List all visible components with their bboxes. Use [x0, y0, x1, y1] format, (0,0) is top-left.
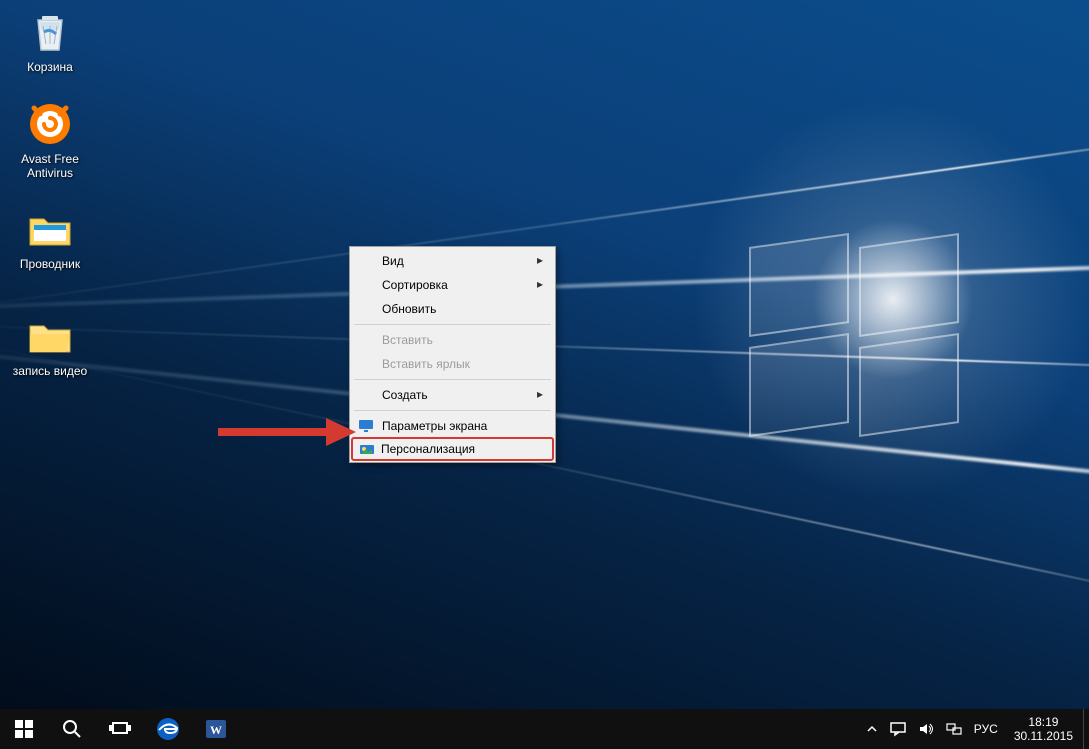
menu-item-view[interactable]: Вид ▸ [352, 249, 553, 273]
submenu-arrow-icon: ▸ [537, 277, 543, 291]
display-settings-icon [358, 418, 374, 434]
tray-action-center[interactable] [884, 709, 912, 749]
desktop-context-menu: Вид ▸ Сортировка ▸ Обновить Вставить Вст… [349, 246, 556, 463]
windows-logo-icon [15, 720, 33, 738]
taskbar: W РУС 18:19 30.11.2015 [0, 709, 1089, 749]
menu-separator [354, 324, 551, 325]
svg-text:W: W [210, 723, 222, 737]
menu-item-display-settings-label: Параметры экрана [382, 419, 487, 433]
submenu-arrow-icon: ▸ [537, 387, 543, 401]
tray-volume[interactable] [912, 709, 940, 749]
tray-time: 18:19 [1028, 715, 1058, 729]
tray-language[interactable]: РУС [968, 709, 1004, 749]
menu-item-paste: Вставить [352, 328, 553, 352]
menu-item-create-label: Создать [382, 388, 428, 402]
menu-item-paste-shortcut-label: Вставить ярлык [382, 357, 470, 371]
word-icon: W [204, 717, 228, 741]
record-video-icon[interactable]: запись видео [5, 312, 95, 378]
submenu-arrow-icon: ▸ [537, 253, 543, 267]
taskbar-app-edge[interactable] [144, 709, 192, 749]
network-icon [946, 721, 962, 737]
taskbar-app-word[interactable]: W [192, 709, 240, 749]
system-tray: РУС 18:19 30.11.2015 [860, 709, 1089, 749]
volume-icon [918, 721, 934, 737]
menu-item-create[interactable]: Создать ▸ [352, 383, 553, 407]
explorer-icon[interactable]: Проводник [5, 205, 95, 271]
tray-date: 30.11.2015 [1014, 729, 1073, 743]
menu-item-personalize[interactable]: Персонализация [351, 437, 554, 461]
menu-item-sort-label: Сортировка [382, 278, 448, 292]
avast-label: Avast Free Antivirus [5, 152, 95, 180]
recycle-bin-label: Корзина [5, 60, 95, 74]
menu-separator [354, 410, 551, 411]
record-video-label: запись видео [5, 364, 95, 378]
menu-item-refresh-label: Обновить [382, 302, 436, 316]
menu-item-refresh[interactable]: Обновить [352, 297, 553, 321]
personalize-icon [359, 443, 375, 459]
recycle-bin-icon[interactable]: Корзина [5, 8, 95, 74]
start-button[interactable] [0, 709, 48, 749]
tray-language-label: РУС [974, 722, 998, 736]
avast-icon[interactable]: Avast Free Antivirus [5, 100, 95, 180]
menu-item-paste-label: Вставить [382, 333, 433, 347]
menu-item-sort[interactable]: Сортировка ▸ [352, 273, 553, 297]
tray-clock[interactable]: 18:19 30.11.2015 [1004, 709, 1083, 749]
chevron-up-icon [866, 723, 878, 735]
edge-icon [156, 717, 180, 741]
menu-item-personalize-label: Персонализация [381, 442, 475, 456]
search-icon [62, 719, 82, 739]
action-center-icon [890, 721, 906, 737]
menu-item-display-settings[interactable]: Параметры экрана [352, 414, 553, 438]
task-view-icon [109, 720, 131, 738]
tray-show-hidden-icons[interactable] [860, 709, 884, 749]
menu-separator [354, 379, 551, 380]
tray-network[interactable] [940, 709, 968, 749]
explorer-label: Проводник [5, 257, 95, 271]
search-button[interactable] [48, 709, 96, 749]
task-view-button[interactable] [96, 709, 144, 749]
menu-item-paste-shortcut: Вставить ярлык [352, 352, 553, 376]
show-desktop-button[interactable] [1083, 709, 1089, 749]
menu-item-view-label: Вид [382, 254, 404, 268]
